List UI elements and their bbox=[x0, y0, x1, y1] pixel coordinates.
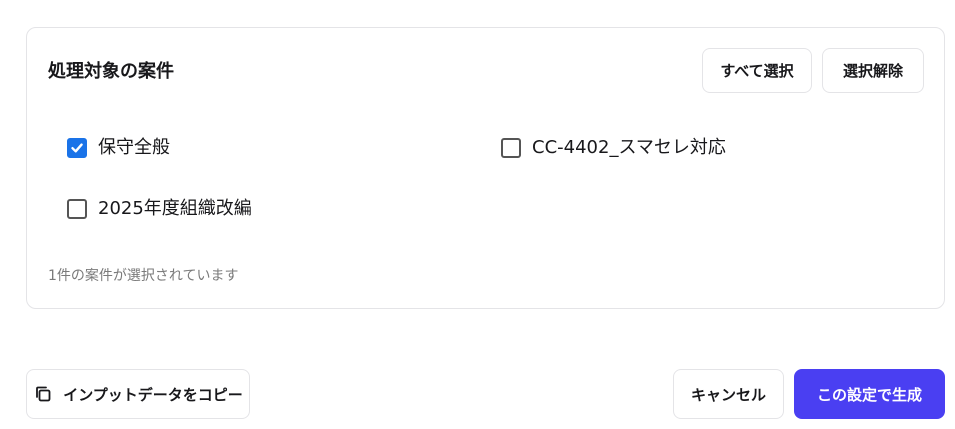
generate-button[interactable]: この設定で生成 bbox=[794, 369, 945, 419]
case-option-label: CC-4402_スマセレ対応 bbox=[532, 137, 726, 158]
case-option-label: 2025年度組織改編 bbox=[98, 198, 252, 219]
case-option-label: 保守全般 bbox=[98, 137, 170, 158]
target-cases-panel: 処理対象の案件 すべて選択 選択解除 保守全般 CC-4402_スマセレ対応 2… bbox=[26, 27, 945, 309]
case-option-cc-4402[interactable]: CC-4402_スマセレ対応 bbox=[501, 136, 726, 160]
selection-count-text: 1件の案件が選択されています bbox=[48, 268, 239, 284]
case-checkbox[interactable] bbox=[67, 138, 87, 158]
section-title: 処理対象の案件 bbox=[48, 61, 174, 82]
copy-button-label: インプットデータをコピー bbox=[63, 385, 243, 404]
copy-icon bbox=[33, 384, 53, 404]
select-all-button[interactable]: すべて選択 bbox=[702, 48, 812, 93]
copy-input-data-button[interactable]: インプットデータをコピー bbox=[26, 369, 250, 419]
case-checkbox[interactable] bbox=[67, 199, 87, 219]
case-checkbox[interactable] bbox=[501, 138, 521, 158]
case-option-maintenance[interactable]: 保守全般 bbox=[67, 136, 170, 160]
deselect-all-button[interactable]: 選択解除 bbox=[822, 48, 924, 93]
case-option-reorg-2025[interactable]: 2025年度組織改編 bbox=[67, 197, 252, 221]
cancel-button[interactable]: キャンセル bbox=[673, 369, 784, 419]
checkmark-icon bbox=[71, 143, 83, 153]
